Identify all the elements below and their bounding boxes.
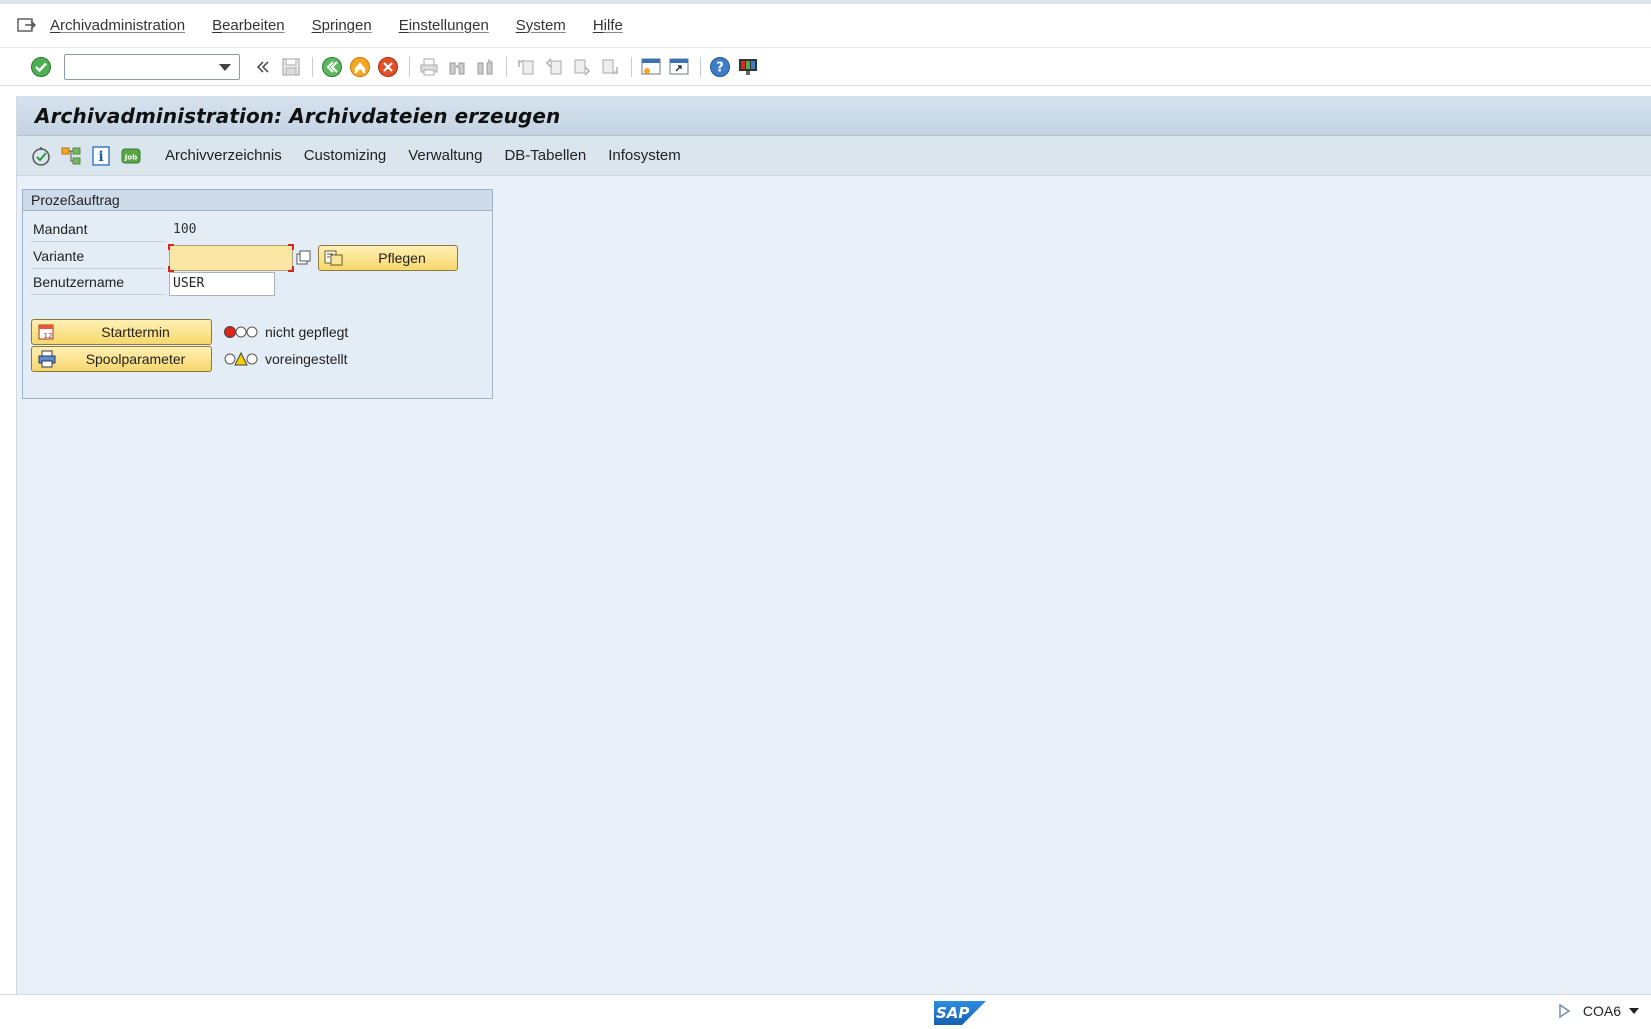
- cancel-icon[interactable]: [375, 54, 401, 80]
- db-tabellen-button[interactable]: DB-Tabellen: [504, 147, 586, 164]
- starttermin-status: nicht gepflegt: [265, 324, 349, 340]
- standard-toolbar: ?: [0, 48, 1651, 86]
- screen-area: Archivadministration: Archivdateien erze…: [16, 96, 1651, 994]
- printer-icon: [34, 348, 60, 370]
- label-underline: [31, 268, 165, 269]
- chevron-down-icon[interactable]: [1627, 1005, 1641, 1017]
- next-page-icon[interactable]: [569, 54, 595, 80]
- customize-layout-icon[interactable]: [735, 54, 761, 80]
- sap-logo-text: SAP: [936, 1004, 970, 1022]
- last-page-icon[interactable]: [597, 54, 623, 80]
- hierarchy-icon[interactable]: [59, 144, 83, 168]
- menu-einstellungen[interactable]: Einstellungen: [399, 17, 489, 34]
- info-icon[interactable]: i: [89, 144, 113, 168]
- save-icon[interactable]: [278, 54, 304, 80]
- menu-toggle-icon[interactable]: [16, 15, 38, 37]
- first-page-icon[interactable]: [513, 54, 539, 80]
- required-marker: [288, 244, 294, 250]
- system-info: COA6: [1557, 1003, 1641, 1019]
- exit-icon[interactable]: [347, 54, 373, 80]
- svg-text:Job: Job: [124, 153, 137, 161]
- toolbar-separator: [312, 56, 313, 77]
- back-double-icon[interactable]: [250, 54, 276, 80]
- traffic-light-yellow-icon: [224, 351, 258, 366]
- job-icon[interactable]: Job: [119, 144, 143, 168]
- required-marker: [168, 244, 174, 250]
- chevron-down-icon[interactable]: [219, 63, 231, 71]
- find-next-icon[interactable]: [472, 54, 498, 80]
- play-triangle-icon[interactable]: [1557, 1003, 1571, 1019]
- toolbar-separator: [506, 56, 507, 77]
- execute-check-icon[interactable]: [29, 144, 53, 168]
- spoolparameter-label: Spoolparameter: [85, 351, 186, 367]
- application-toolbar: i Job Archivverzeichnis Customizing Verw…: [17, 136, 1651, 176]
- label-underline: [31, 241, 165, 242]
- toolbar-separator: [631, 56, 632, 77]
- shortcut-icon[interactable]: [666, 54, 692, 80]
- status-bar: SAP COA6: [0, 994, 1651, 1029]
- help-icon[interactable]: ?: [707, 54, 733, 80]
- menu-system[interactable]: System: [516, 17, 566, 34]
- calendar-icon: 12: [34, 321, 60, 343]
- toolbar-separator: [700, 56, 701, 77]
- menu-archivadministration[interactable]: Archivadministration: [50, 17, 185, 34]
- benutzername-label: Benutzername: [33, 274, 125, 290]
- benutzername-input[interactable]: USER: [169, 272, 275, 296]
- value-help-icon[interactable]: [295, 248, 313, 268]
- spoolparameter-status: voreingestellt: [265, 351, 348, 367]
- group-title: Prozeßauftrag: [23, 190, 492, 211]
- mandant-value: 100: [173, 222, 197, 237]
- prozessauftrag-group: Prozeßauftrag Mandant 100 Variante Pfleg…: [22, 189, 493, 399]
- menu-springen[interactable]: Springen: [312, 17, 372, 34]
- variante-label: Variante: [33, 248, 85, 264]
- starttermin-label: Starttermin: [101, 324, 170, 340]
- infosystem-button[interactable]: Infosystem: [608, 147, 681, 164]
- prev-page-icon[interactable]: [541, 54, 567, 80]
- customizing-button[interactable]: Customizing: [304, 147, 387, 164]
- archivverzeichnis-button[interactable]: Archivverzeichnis: [165, 147, 282, 164]
- required-marker: [288, 266, 294, 272]
- transaction-code: COA6: [1582, 1003, 1621, 1019]
- enter-icon[interactable]: [28, 54, 54, 80]
- find-icon[interactable]: [444, 54, 470, 80]
- pflegen-label: Pflegen: [378, 250, 426, 266]
- verwaltung-button[interactable]: Verwaltung: [408, 147, 482, 164]
- page-title: Archivadministration: Archivdateien erze…: [35, 103, 561, 128]
- spoolparameter-button[interactable]: Spoolparameter: [31, 346, 212, 372]
- mandant-label: Mandant: [33, 221, 88, 237]
- print-icon[interactable]: [416, 54, 442, 80]
- toolbar-separator: [409, 56, 410, 77]
- traffic-light-red-icon: [224, 326, 258, 338]
- svg-text:i: i: [98, 149, 103, 165]
- svg-text:12: 12: [44, 332, 53, 340]
- starttermin-button[interactable]: 12 Starttermin: [31, 319, 212, 345]
- menu-bearbeiten[interactable]: Bearbeiten: [212, 17, 285, 34]
- new-session-icon[interactable]: [638, 54, 664, 80]
- back-icon[interactable]: [319, 54, 345, 80]
- label-underline: [31, 294, 165, 295]
- menu-bar: Archivadministration Bearbeiten Springen…: [0, 4, 1651, 48]
- menu-hilfe[interactable]: Hilfe: [593, 17, 623, 34]
- variante-input[interactable]: [168, 244, 294, 272]
- command-field[interactable]: [64, 53, 240, 80]
- title-bar: Archivadministration: Archivdateien erze…: [17, 96, 1651, 136]
- svg-text:?: ?: [716, 60, 724, 75]
- pflegen-button[interactable]: Pflegen: [318, 245, 458, 271]
- maintain-variant-icon: [321, 247, 347, 269]
